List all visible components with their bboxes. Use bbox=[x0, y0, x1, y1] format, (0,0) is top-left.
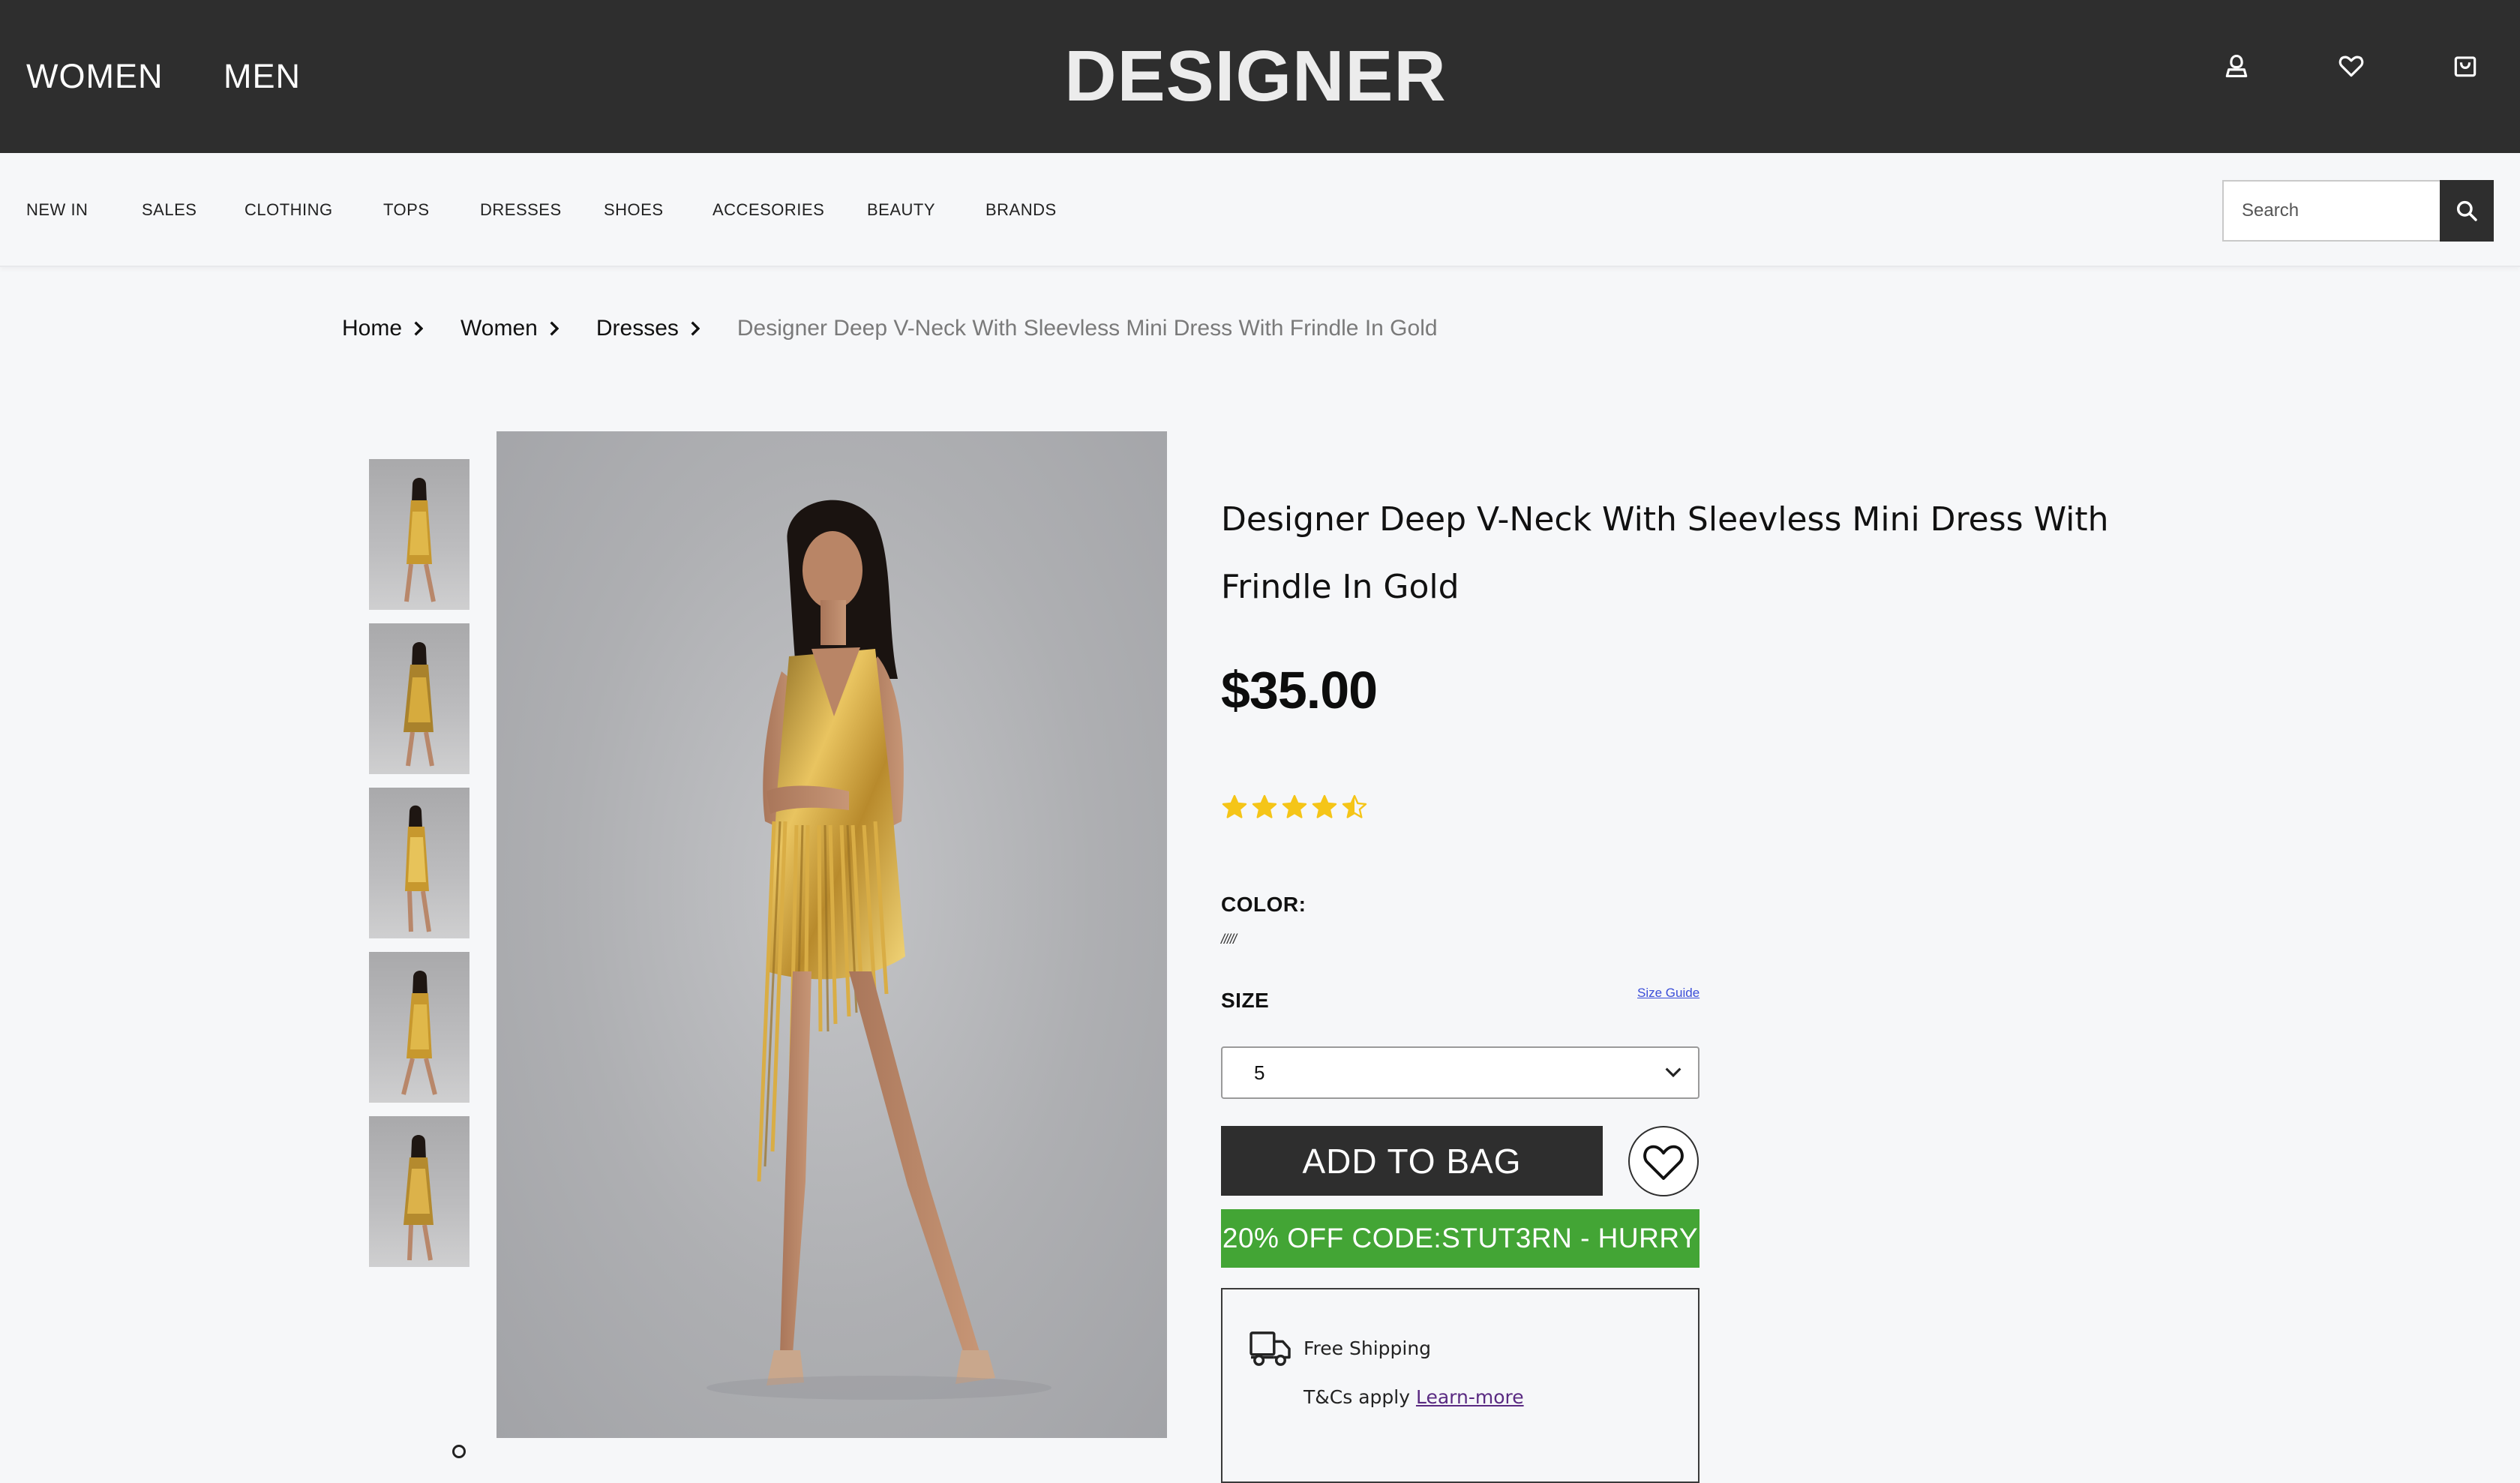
product-price: $35.00 bbox=[1221, 661, 1378, 719]
product-thumbnail-5[interactable] bbox=[369, 1116, 470, 1267]
category-accesories[interactable]: ACCESORIES bbox=[712, 153, 824, 267]
chevron-right-icon bbox=[412, 321, 424, 336]
add-to-wishlist-button[interactable] bbox=[1628, 1126, 1699, 1196]
product-thumbnail-1[interactable] bbox=[369, 459, 470, 610]
size-select[interactable]: 5 bbox=[1221, 1046, 1700, 1099]
color-value: ///// bbox=[1221, 932, 1237, 947]
star-icon bbox=[1342, 794, 1367, 818]
search-bar bbox=[2222, 180, 2494, 242]
chevron-down-icon bbox=[1665, 1067, 1682, 1078]
color-label: COLOR: bbox=[1221, 893, 1306, 916]
main-product-image[interactable] bbox=[496, 431, 1167, 1438]
search-input[interactable] bbox=[2222, 180, 2440, 242]
breadcrumb-women[interactable]: Women bbox=[460, 316, 596, 341]
shipping-info-box: Free Shipping T&Cs apply Learn-more bbox=[1221, 1288, 1700, 1483]
search-icon bbox=[2456, 200, 2477, 221]
chevron-right-icon bbox=[689, 321, 700, 336]
category-beauty[interactable]: BEAUTY bbox=[867, 153, 935, 267]
gallery-indicator bbox=[452, 1445, 466, 1458]
product-title: Designer Deep V-Neck With Sleevless Mini… bbox=[1221, 500, 2109, 606]
search-button[interactable] bbox=[2440, 180, 2494, 242]
product-thumbnail-4[interactable] bbox=[369, 952, 470, 1103]
breadcrumb-current: Designer Deep V-Neck With Sleevless Mini… bbox=[736, 316, 1438, 341]
size-label: SIZE bbox=[1221, 989, 1270, 1012]
shopping-bag-icon[interactable] bbox=[2444, 45, 2486, 87]
heart-icon[interactable] bbox=[2330, 45, 2372, 87]
breadcrumb: Home Women Dresses Designer Deep V-Neck … bbox=[342, 311, 1438, 347]
breadcrumb-dresses[interactable]: Dresses bbox=[596, 316, 737, 341]
category-sales[interactable]: SALES bbox=[142, 153, 196, 267]
learn-more-link[interactable]: Learn-more bbox=[1416, 1386, 1524, 1408]
heart-icon bbox=[1643, 1145, 1684, 1180]
delivery-truck-icon bbox=[1249, 1330, 1292, 1367]
top-header: WOMEN MEN DESIGNER bbox=[0, 0, 2520, 153]
product-thumbnail-2[interactable] bbox=[369, 623, 470, 774]
breadcrumb-home-label[interactable]: Home bbox=[342, 316, 402, 341]
star-icon bbox=[1312, 794, 1337, 818]
shipping-note: T&Cs apply Learn-more bbox=[1304, 1386, 1524, 1408]
size-guide-link[interactable]: Size Guide bbox=[1637, 986, 1700, 1001]
star-icon bbox=[1222, 794, 1247, 818]
category-new-in[interactable]: NEW IN bbox=[26, 153, 88, 267]
star-rating bbox=[1221, 794, 1368, 827]
breadcrumb-home[interactable]: Home bbox=[342, 316, 460, 341]
star-icon bbox=[1252, 794, 1277, 818]
add-to-bag-button[interactable]: ADD TO BAG bbox=[1221, 1126, 1603, 1196]
shipping-note-text: T&Cs apply bbox=[1304, 1386, 1410, 1408]
category-clothing[interactable]: CLOTHING bbox=[244, 153, 333, 267]
shipping-title: Free Shipping bbox=[1304, 1337, 1432, 1359]
category-shoes[interactable]: SHOES bbox=[604, 153, 664, 267]
star-icon bbox=[1282, 794, 1307, 818]
chevron-right-icon bbox=[548, 321, 559, 336]
category-tops[interactable]: TOPS bbox=[383, 153, 430, 267]
account-icon[interactable] bbox=[2216, 45, 2258, 87]
breadcrumb-dresses-label[interactable]: Dresses bbox=[596, 316, 679, 341]
product-thumbnail-3[interactable] bbox=[369, 788, 470, 938]
breadcrumb-women-label[interactable]: Women bbox=[460, 316, 538, 341]
category-brands[interactable]: BRANDS bbox=[986, 153, 1057, 267]
brand-logo[interactable]: DESIGNER bbox=[0, 0, 2511, 153]
category-nav: NEW IN SALES CLOTHING TOPS DRESSES SHOES… bbox=[0, 153, 2520, 267]
category-dresses[interactable]: DRESSES bbox=[480, 153, 562, 267]
size-select-value: 5 bbox=[1254, 1061, 1265, 1084]
promo-banner: 20% OFF CODE:STUT3RN - HURRY bbox=[1221, 1209, 1700, 1268]
